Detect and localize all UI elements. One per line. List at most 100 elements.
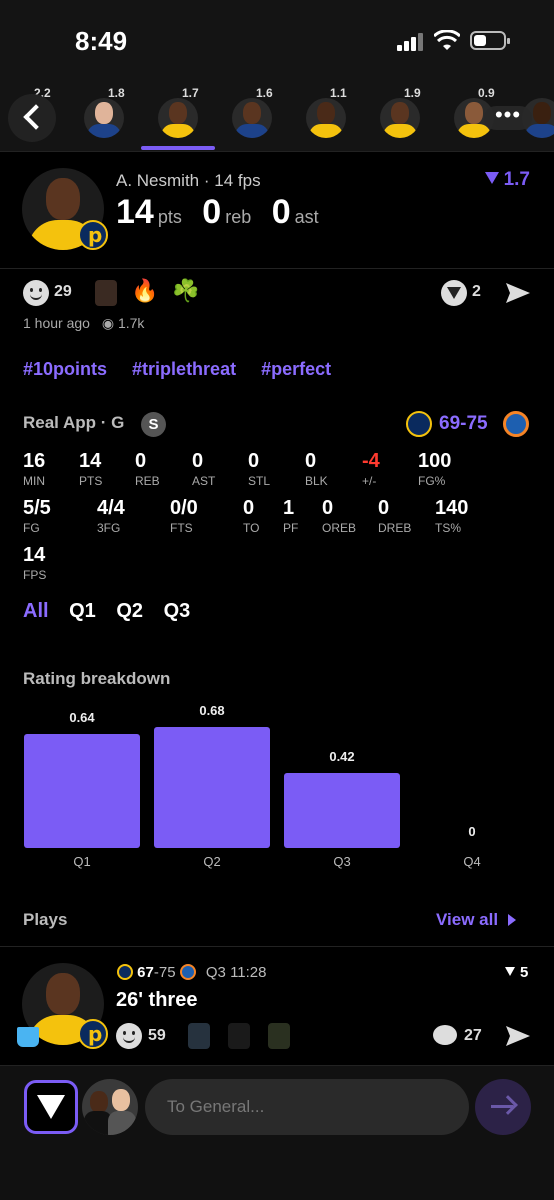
stat-cell: 14 FPS (23, 544, 46, 582)
player-avatar (232, 98, 272, 138)
stat-value: 1 (283, 497, 295, 519)
real-app-logo-button[interactable] (24, 1080, 78, 1134)
game-score[interactable]: 69-75 (439, 413, 488, 435)
stat-value: 0 (248, 450, 260, 472)
stat-value: 14 (79, 450, 102, 472)
hashtag-list: #10points #triplethreat #perfect (23, 359, 351, 380)
player-rating: 0.9 (478, 86, 495, 100)
smile-count: 29 (54, 283, 72, 300)
chevron-left-icon (23, 104, 49, 130)
player-rating: 1.8 (108, 86, 125, 100)
stat-cell: 0 AST (192, 450, 215, 488)
shamrock-reaction-icon[interactable]: ☘️ (172, 279, 199, 304)
period-tabs: All Q1 Q2 Q3 (23, 600, 205, 623)
stat-cell: -4 +/- (362, 450, 380, 488)
status-time: 8:49 (75, 26, 128, 56)
stat-label: 3FG (97, 521, 121, 535)
pacers-logo-icon (406, 411, 432, 437)
stat-label: OREB (322, 521, 357, 535)
chart-bar (24, 734, 140, 848)
player-rating: 1.7 (182, 86, 199, 100)
player-chip[interactable]: 1.6 (222, 86, 282, 148)
stat-cell: 1 PF (283, 497, 298, 535)
player-name-line[interactable]: A. Nesmith · 14 fps (116, 171, 261, 191)
views-count: 1.7k (117, 315, 145, 331)
player-header: A. Nesmith · 14 fps 14pts 0reb 0ast 1.7 (0, 153, 554, 269)
player-avatar (380, 98, 420, 138)
stat-cell: 0 OREB (322, 497, 356, 535)
share-send-icon[interactable] (505, 282, 531, 304)
reactor-avatar[interactable] (228, 1023, 250, 1049)
player-chip[interactable]: 1.7 (148, 86, 208, 148)
stat-label: STL (248, 474, 271, 488)
pacers-logo-icon (117, 964, 133, 980)
share-send-icon[interactable] (505, 1025, 531, 1047)
real-badge-icon[interactable] (441, 280, 467, 306)
smile-reaction-icon[interactable] (116, 1023, 142, 1049)
player-chip[interactable]: 1.8 (74, 86, 134, 148)
stat-cell: 100 FG% (418, 450, 451, 488)
tab-q2[interactable]: Q2 (116, 600, 143, 622)
rating-breakdown-title: Rating breakdown (23, 669, 171, 688)
view-all-label: View all (436, 910, 499, 929)
player-avatar (306, 98, 346, 138)
starter-badge: S (141, 412, 166, 437)
player-chip[interactable]: 1.1 (296, 86, 356, 148)
tab-q3[interactable]: Q3 (164, 600, 191, 622)
reactor-avatar[interactable] (95, 280, 117, 306)
rebounds-label: reb (225, 207, 252, 227)
hashtag-link[interactable]: #10points (23, 359, 107, 379)
message-input[interactable] (145, 1079, 469, 1135)
player-strip: 2.2 1.8 1.7 1.6 1.1 1.9 0.9 ••• (0, 82, 554, 152)
view-all-link[interactable]: View all (436, 910, 517, 930)
points-label: pts (157, 207, 182, 227)
stat-cell: 140 TS% (435, 497, 468, 535)
stat-cell: 0 DREB (378, 497, 411, 535)
fire-reaction-icon[interactable]: 🔥 (131, 279, 158, 304)
player-name[interactable]: A. Nesmith (116, 171, 199, 190)
stat-value: 0 (192, 450, 204, 472)
reactor-avatar[interactable] (188, 1023, 210, 1049)
stat-label: FPS (23, 568, 47, 582)
cellular-signal-icon (397, 33, 427, 51)
player-rating: 1.1 (330, 86, 347, 100)
ellipsis-icon: ••• (494, 102, 522, 127)
play-points-value: 5 (520, 964, 529, 981)
smile-reaction-icon[interactable] (23, 280, 49, 306)
chat-group-avatar[interactable] (82, 1079, 138, 1135)
stat-label: DREB (378, 521, 412, 535)
comment-icon[interactable] (433, 1025, 457, 1045)
bar-category-label: Q3 (333, 854, 351, 869)
hashtag-link[interactable]: #triplethreat (132, 359, 236, 379)
player-chip[interactable]: 1.9 (370, 86, 430, 148)
wifi-icon (434, 30, 460, 50)
assists-value: 0 (271, 193, 291, 231)
stat-label: FG% (418, 474, 446, 488)
stat-label: MIN (23, 474, 45, 488)
more-options-button[interactable]: ••• (484, 104, 532, 130)
send-message-button[interactable] (475, 1079, 531, 1135)
real-logo-icon (37, 1095, 65, 1119)
player-score-value: 1.7 (503, 169, 530, 190)
player-score[interactable]: 1.7 (484, 169, 530, 191)
stat-label: +/- (362, 474, 377, 488)
player-rating: 1.6 (256, 86, 273, 100)
reactions-bar: 29 🔥 ☘️ 2 1 hour ago ◉ 1.7k (0, 270, 554, 340)
tab-q1[interactable]: Q1 (69, 600, 96, 622)
stat-value: 5/5 (23, 497, 51, 519)
play-card[interactable]: 67-75 Q3 11:28 5 26' three 59 27 (0, 946, 554, 1066)
knicks-logo-icon (503, 411, 529, 437)
chart-bar (284, 773, 400, 848)
player-statline: 14 pts 0 reb 0 ast (116, 193, 335, 232)
stat-value: 14 (23, 544, 46, 566)
bar-category-label: Q1 (73, 854, 91, 869)
back-button[interactable] (8, 94, 56, 142)
play-score-home: 67 (137, 964, 154, 981)
post-meta: 1 hour ago ◉ 1.7k (23, 315, 144, 332)
active-player-indicator (141, 146, 215, 150)
stat-cell: 0 STL (248, 450, 270, 488)
reactor-avatar[interactable] (268, 1023, 290, 1049)
stat-value: 0 (378, 497, 390, 519)
tab-all[interactable]: All (23, 600, 49, 622)
hashtag-link[interactable]: #perfect (261, 359, 331, 379)
